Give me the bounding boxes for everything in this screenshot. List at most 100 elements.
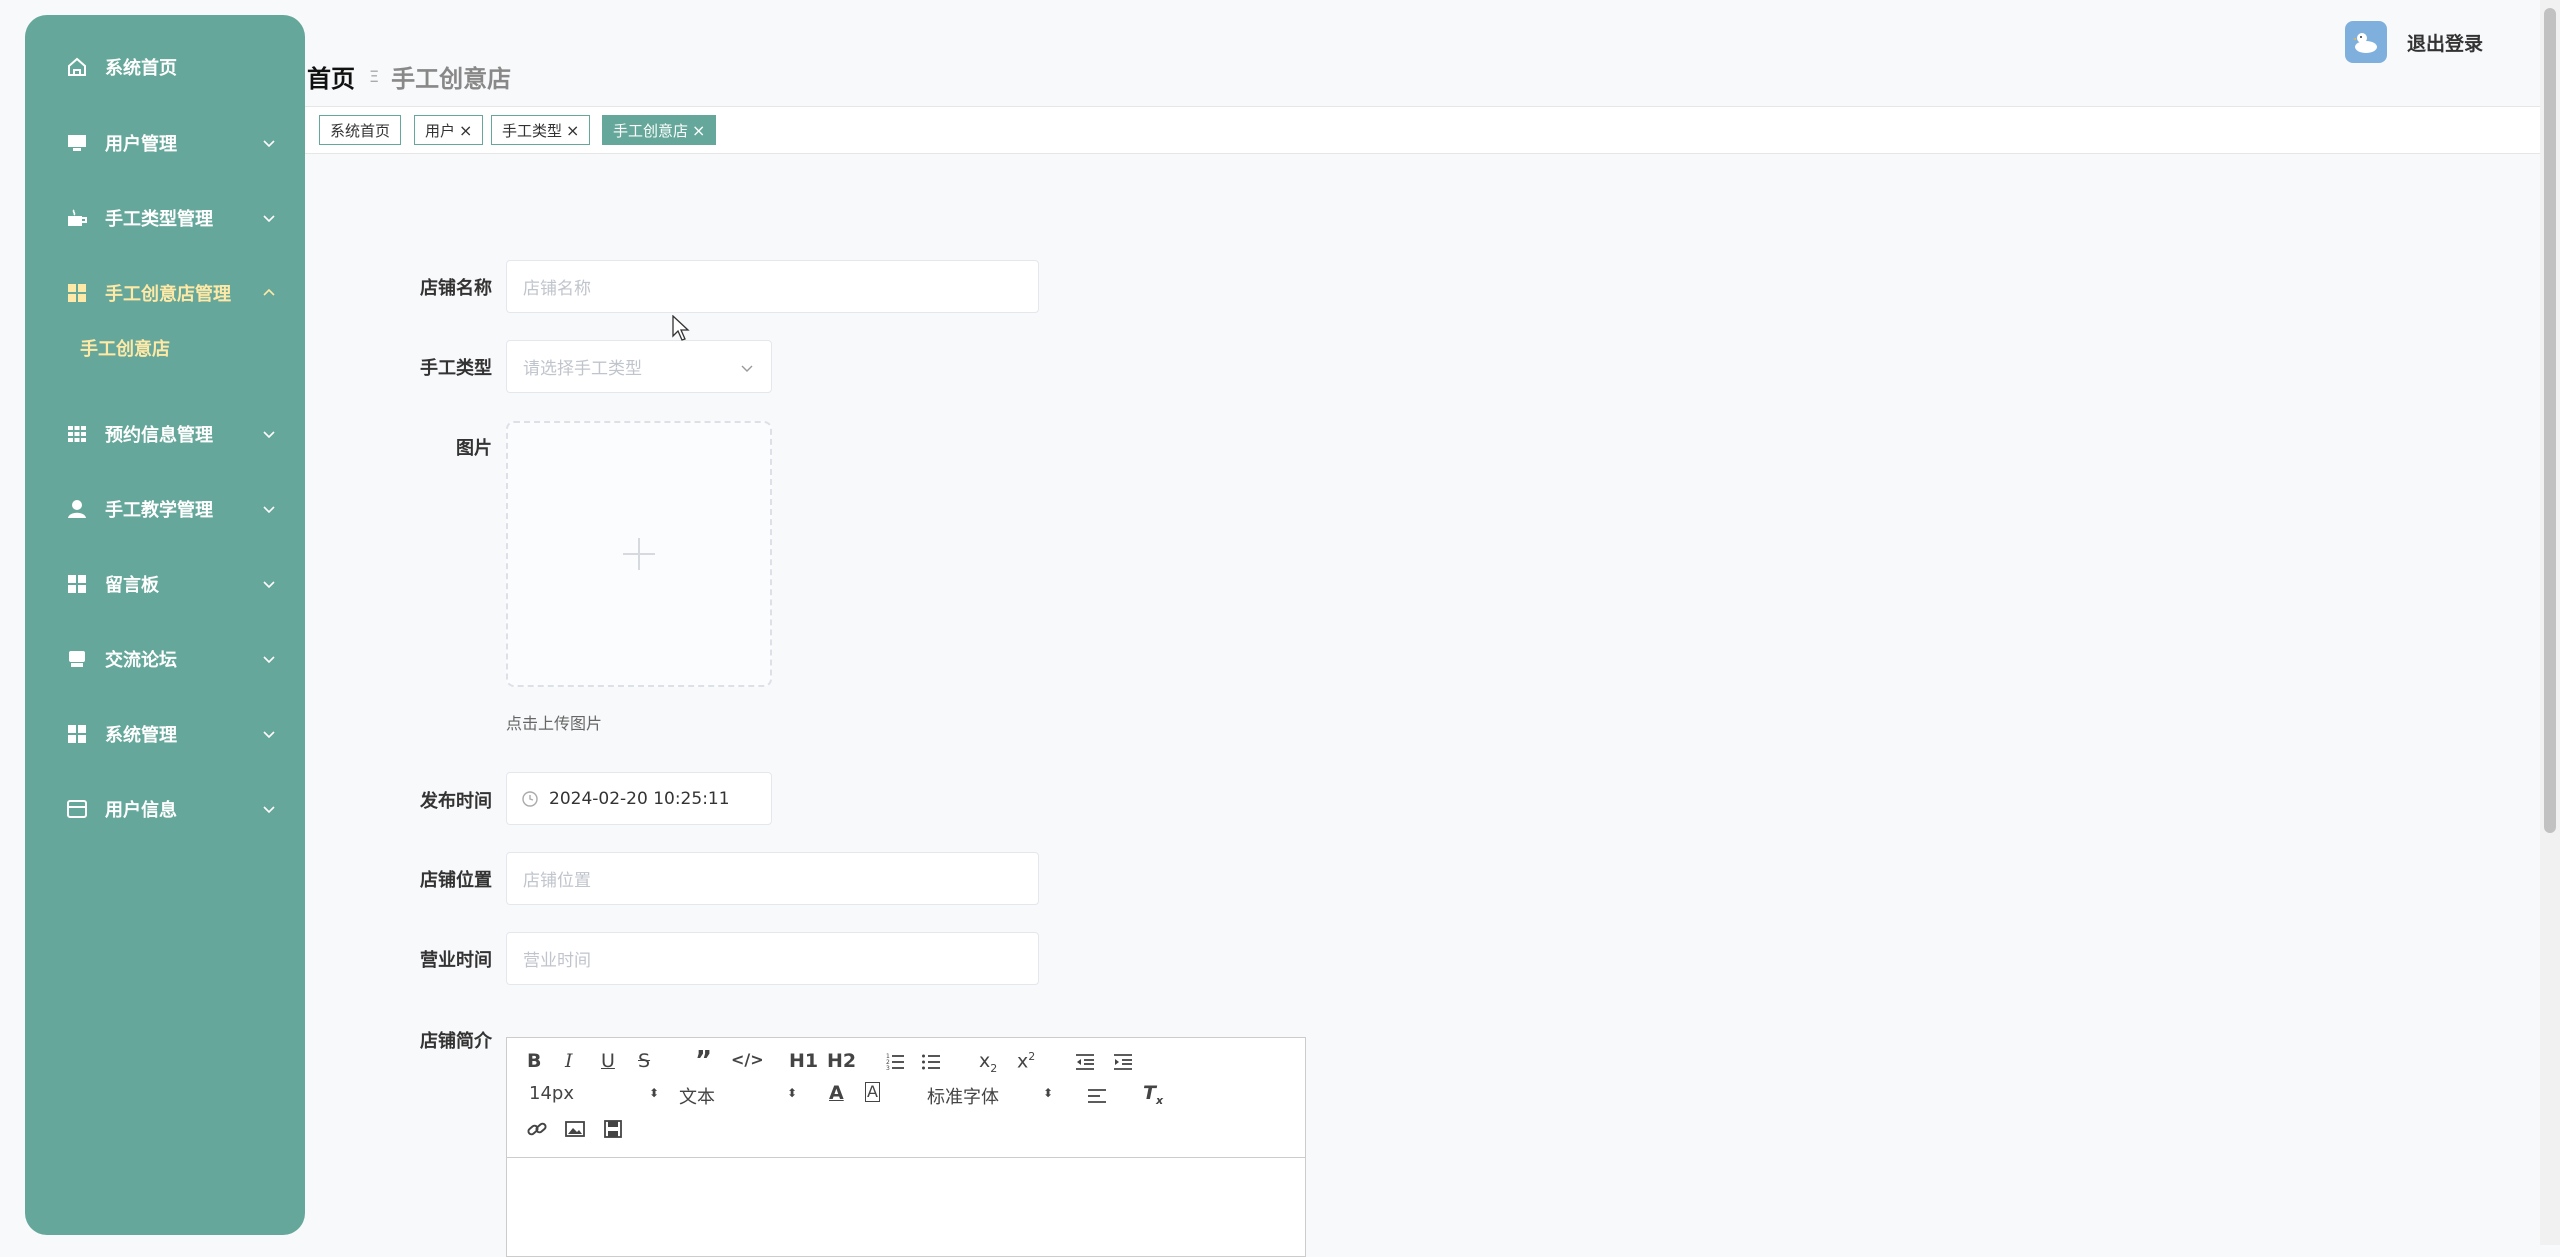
logout-button[interactable]: 退出登录 xyxy=(2407,29,2483,56)
video-icon[interactable] xyxy=(603,1119,623,1139)
background-color-icon[interactable]: A xyxy=(865,1082,880,1102)
editor-toolbar: B I U S ” </> H1 H2 123 x2 x2 14px ⬍ 文本 … xyxy=(507,1038,1305,1158)
strike-icon[interactable]: S xyxy=(638,1050,650,1072)
card-icon xyxy=(65,797,89,821)
header-select[interactable]: 文本 ⬍ xyxy=(679,1083,799,1109)
sidebar-item-system-management[interactable]: 系统管理 xyxy=(25,704,305,764)
tags-view-bar: 系统首页 用户 × 手工类型 × 手工创意店 × xyxy=(305,106,2540,154)
tag-label: 用户 xyxy=(425,121,456,140)
subscript-icon[interactable]: x2 xyxy=(979,1050,997,1075)
breadcrumb: 首页 Ξ 手工创意店 xyxy=(307,58,511,94)
cup-icon xyxy=(65,206,89,230)
sidebar-item-craft-type-management[interactable]: 手工类型管理 xyxy=(25,188,305,248)
publish-time-picker[interactable]: 2024-02-20 10:25:11 xyxy=(506,772,772,825)
close-icon[interactable]: × xyxy=(566,121,579,140)
sidebar-item-home[interactable]: 系统首页 xyxy=(25,37,305,97)
h2-icon[interactable]: H2 xyxy=(827,1050,856,1072)
editor-content-area[interactable] xyxy=(507,1158,1305,1256)
image-upload-area[interactable] xyxy=(506,421,772,687)
tag-label: 手工类型 xyxy=(502,121,563,140)
sidebar-subitem-label: 手工创意店 xyxy=(80,339,170,360)
blockquote-icon[interactable]: ” xyxy=(695,1046,712,1076)
chevron-down-icon xyxy=(263,656,275,664)
font-family-select[interactable]: 标准字体 ⬍ xyxy=(927,1083,1057,1109)
h1-icon[interactable]: H1 xyxy=(789,1050,818,1072)
chevron-down-icon xyxy=(263,431,275,439)
user-icon xyxy=(65,497,89,521)
craft-type-placeholder: 请选择手工类型 xyxy=(523,359,642,379)
mouse-cursor-icon xyxy=(672,315,690,341)
tag-label: 系统首页 xyxy=(330,121,391,140)
underline-icon[interactable]: U xyxy=(601,1050,615,1072)
sidebar-item-label: 系统首页 xyxy=(105,58,177,79)
tag-user[interactable]: 用户 × xyxy=(414,115,484,145)
italic-icon[interactable]: I xyxy=(565,1050,573,1072)
chevron-down-icon xyxy=(263,140,275,148)
sidebar-item-label: 手工创意店管理 xyxy=(105,284,231,305)
upload-hint: 点击上传图片 xyxy=(506,714,603,733)
printer-icon xyxy=(65,647,89,671)
sidebar-subitem-craft-shop[interactable]: 手工创意店 xyxy=(25,323,305,373)
avatar[interactable] xyxy=(2345,21,2387,63)
sidebar-item-craft-shop-management[interactable]: 手工创意店管理 xyxy=(25,263,305,323)
tag-label: 手工创意店 xyxy=(613,121,689,140)
outdent-icon[interactable] xyxy=(1075,1052,1095,1072)
tag-craft-type[interactable]: 手工类型 × xyxy=(491,115,591,145)
font-color-icon[interactable]: A xyxy=(829,1082,844,1104)
sidebar-item-teaching-management[interactable]: 手工教学管理 xyxy=(25,479,305,539)
shop-name-input[interactable]: 店铺名称 xyxy=(506,260,1039,313)
page-scrollbar[interactable] xyxy=(2540,0,2560,1245)
tag-craft-shop[interactable]: 手工创意店 × xyxy=(602,115,717,145)
header-value: 文本 xyxy=(679,1087,715,1108)
chevron-down-icon xyxy=(263,806,275,814)
grid-icon xyxy=(65,281,89,305)
plus-icon xyxy=(623,538,655,570)
sidebar-item-label: 手工教学管理 xyxy=(105,500,213,521)
code-block-icon[interactable]: </> xyxy=(731,1050,764,1069)
publish-time-value: 2024-02-20 10:25:11 xyxy=(549,788,730,809)
location-label: 店铺位置 xyxy=(420,870,492,891)
publish-time-label: 发布时间 xyxy=(420,791,492,812)
select-arrows-icon: ⬍ xyxy=(787,1086,798,1100)
scrollbar-thumb[interactable] xyxy=(2544,8,2556,833)
breadcrumb-separator: Ξ xyxy=(369,66,380,86)
sidebar-item-label: 用户管理 xyxy=(105,134,177,155)
sidebar-item-message-board[interactable]: 留言板 xyxy=(25,554,305,614)
link-icon[interactable] xyxy=(527,1119,547,1139)
sidebar-item-user-info[interactable]: 用户信息 xyxy=(25,779,305,839)
tag-home[interactable]: 系统首页 xyxy=(319,115,402,145)
sidebar-item-label: 留言板 xyxy=(105,575,159,596)
sidebar-item-user-management[interactable]: 用户管理 xyxy=(25,113,305,173)
chevron-down-icon xyxy=(263,215,275,223)
close-icon[interactable]: × xyxy=(692,121,705,140)
duck-avatar-icon xyxy=(2353,33,2377,53)
hours-input[interactable]: 营业时间 xyxy=(506,932,1039,985)
ordered-list-icon[interactable]: 123 xyxy=(885,1052,905,1072)
hours-label: 营业时间 xyxy=(420,950,492,971)
sidebar-item-label: 预约信息管理 xyxy=(105,425,213,446)
indent-icon[interactable] xyxy=(1113,1052,1133,1072)
align-left-icon[interactable] xyxy=(1087,1086,1107,1106)
sidebar-item-label: 交流论坛 xyxy=(105,650,177,671)
select-arrows-icon: ⬍ xyxy=(649,1086,660,1100)
sidebar-item-label: 用户信息 xyxy=(105,800,177,821)
chevron-down-icon xyxy=(263,581,275,589)
grid-icon xyxy=(65,722,89,746)
craft-type-select[interactable]: 请选择手工类型 xyxy=(506,340,772,393)
craft-type-label: 手工类型 xyxy=(420,358,492,379)
breadcrumb-home[interactable]: 首页 xyxy=(307,59,355,94)
sidebar-item-forum[interactable]: 交流论坛 xyxy=(25,629,305,689)
logout-area[interactable]: 退出登录 xyxy=(2345,20,2483,64)
clock-icon xyxy=(522,790,538,807)
superscript-icon[interactable]: x2 xyxy=(1017,1050,1035,1072)
location-input[interactable]: 店铺位置 xyxy=(506,852,1039,905)
sidebar-item-reservation-management[interactable]: 预约信息管理 xyxy=(25,404,305,464)
close-icon[interactable]: × xyxy=(459,121,472,140)
image-icon[interactable] xyxy=(565,1119,585,1139)
bullet-list-icon[interactable] xyxy=(921,1052,941,1072)
select-arrows-icon: ⬍ xyxy=(1043,1086,1054,1100)
bold-icon[interactable]: B xyxy=(527,1050,541,1072)
clear-format-icon[interactable]: Tx xyxy=(1143,1082,1163,1107)
sidebar-item-label: 手工类型管理 xyxy=(105,209,213,230)
font-size-select[interactable]: 14px ⬍ xyxy=(529,1083,659,1109)
